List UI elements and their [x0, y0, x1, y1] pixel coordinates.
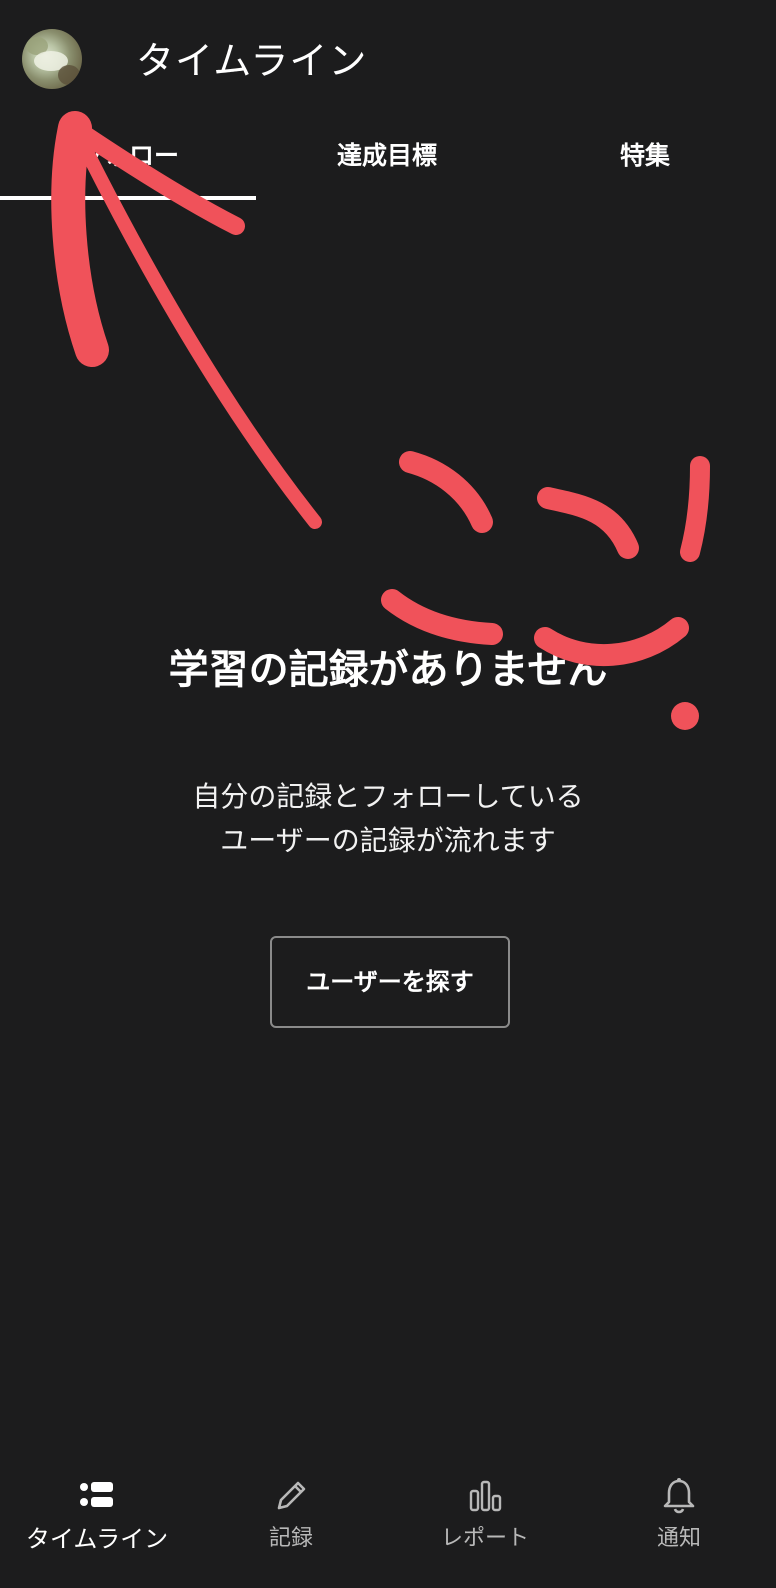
avatar-photo-detail — [58, 65, 80, 85]
annotation-exclamation-dot — [671, 702, 699, 730]
tab-bar: フォロー 達成目標 特集 — [0, 130, 776, 200]
user-avatar[interactable] — [22, 29, 82, 89]
active-tab-indicator — [0, 196, 256, 200]
nav-label: レポート — [440, 1526, 529, 1551]
empty-state-title: 学習の記録がありません — [168, 647, 608, 693]
nav-item-report[interactable]: レポート — [388, 1460, 582, 1588]
pencil-icon — [277, 1481, 306, 1510]
description-line: 自分の記録とフォローしている — [192, 780, 584, 813]
annotation-ko2-top-stroke — [537, 487, 639, 559]
bell-icon — [663, 1478, 695, 1514]
description-line: ユーザーの記録が流れます — [220, 824, 556, 857]
annotation-ko-bottom-stroke — [381, 589, 503, 645]
nav-label: タイムライン — [25, 1525, 169, 1553]
annotation-exclamation-line — [680, 456, 710, 562]
page-title: タイムライン — [136, 39, 368, 83]
app-header: タイムライン — [0, 0, 776, 130]
nav-label: 記録 — [268, 1526, 313, 1551]
empty-state-description: 自分の記録とフォローしている ユーザーの記録が流れます — [0, 775, 776, 863]
timeline-icon — [80, 1482, 113, 1507]
nav-label: 通知 — [656, 1526, 701, 1551]
tab-follow[interactable]: フォロー — [0, 130, 258, 200]
bar-chart-icon — [469, 1480, 502, 1512]
annotation-ko-top-stroke — [399, 451, 493, 533]
nav-item-notifications[interactable]: 通知 — [582, 1460, 776, 1588]
tab-featured[interactable]: 特集 — [516, 130, 774, 200]
nav-item-timeline[interactable]: タイムライン — [0, 1460, 194, 1588]
tab-goals[interactable]: 達成目標 — [258, 130, 516, 200]
nav-item-record[interactable]: 記録 — [194, 1460, 388, 1588]
bottom-navigation: タイムライン 記録 レポート 通知 — [0, 1460, 776, 1588]
find-users-button[interactable]: ユーザーを探す — [270, 936, 510, 1028]
